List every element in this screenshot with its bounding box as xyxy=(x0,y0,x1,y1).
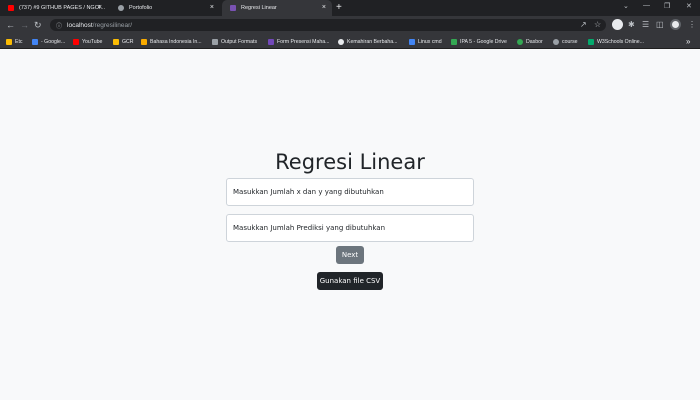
side-panel-icon[interactable]: ◫ xyxy=(656,19,664,31)
page-icon xyxy=(409,38,415,45)
prediction-count-input[interactable] xyxy=(226,214,474,242)
bookmark-kemahiran[interactable]: Kemahiran Berbaha... xyxy=(338,37,397,46)
url-host: localhost xyxy=(67,21,93,29)
bookmark-label: W3Schools Online... xyxy=(597,38,644,45)
media-control-icon[interactable]: ☰ xyxy=(642,19,649,31)
share-icon[interactable]: ↗ xyxy=(580,19,587,31)
info-icon[interactable]: ⓘ xyxy=(56,21,62,30)
bookmark-dasbor[interactable]: Dasbor xyxy=(517,37,543,46)
extensions-icon[interactable]: ✱ xyxy=(628,19,635,31)
tab-title: Portofolio xyxy=(129,5,153,11)
page-icon xyxy=(212,38,218,45)
bookmark-label: Form Presensi Maha... xyxy=(277,38,330,45)
bookmarks-overflow-icon[interactable]: » xyxy=(686,37,690,46)
bootstrap-icon xyxy=(230,5,236,11)
bookmark-ipa5-drive[interactable]: IPA 5 - Google Drive xyxy=(451,37,507,46)
bookmark-course[interactable]: course xyxy=(553,37,578,46)
address-bar[interactable]: ⓘ localhost/regresilinear/ xyxy=(50,19,606,31)
bookmark-star-icon[interactable]: ☆ xyxy=(594,19,601,31)
bookmark-youtube[interactable]: YouTube xyxy=(73,37,102,46)
bookmarks-bar: Etc - Google... YouTube GCR Bahasa Indon… xyxy=(0,34,700,49)
bookmark-gcr[interactable]: GCR xyxy=(113,37,134,46)
tab-regresi-linear[interactable]: Regresi Linear × xyxy=(222,0,332,16)
minimize-button[interactable]: — xyxy=(643,2,650,9)
bookmark-bahasa[interactable]: Bahasa Indonesia In... xyxy=(141,37,202,46)
use-csv-button[interactable]: Gunakan file CSV xyxy=(317,272,383,290)
restore-button[interactable]: ❐ xyxy=(664,2,670,10)
forms-icon xyxy=(268,38,274,45)
next-button[interactable]: Next xyxy=(336,246,364,264)
bookmark-label: Output Formats xyxy=(221,38,258,45)
bookmark-linux-cmd[interactable]: Linux cmd xyxy=(409,37,442,46)
bookmark-label: - Google... xyxy=(41,38,66,45)
bookmark-google[interactable]: - Google... xyxy=(32,37,65,46)
bookmark-label: GCR xyxy=(122,38,134,45)
w3schools-icon xyxy=(588,38,594,45)
tab-search-icon[interactable]: ⌄ xyxy=(623,2,629,10)
profile-avatar[interactable] xyxy=(670,19,681,30)
dashboard-icon xyxy=(517,38,523,45)
document-icon xyxy=(141,38,147,45)
x-y-count-input[interactable] xyxy=(226,178,474,206)
tab-title: (737) #9 GITHUB PAGES / NGOI... xyxy=(19,5,106,11)
tab-title: Regresi Linear xyxy=(241,5,277,11)
bookmark-output-formats[interactable]: Output Formats xyxy=(212,37,257,46)
youtube-icon xyxy=(73,38,79,45)
classroom-icon xyxy=(113,38,119,45)
bookmark-label: YouTube xyxy=(82,38,103,45)
tab-strip: (737) #9 GITHUB PAGES / NGOI... × Portof… xyxy=(0,0,700,16)
bookmark-w3schools[interactable]: W3Schools Online... xyxy=(588,37,644,46)
bookmark-etc[interactable]: Etc xyxy=(6,37,23,46)
bookmark-form-presensi[interactable]: Form Presensi Maha... xyxy=(268,37,329,46)
url-path: /regresilinear/ xyxy=(92,21,133,29)
reload-icon[interactable]: ↻ xyxy=(34,19,42,31)
bookmark-label: IPA 5 - Google Drive xyxy=(460,38,507,45)
globe-icon xyxy=(338,38,344,45)
new-tab-button[interactable]: + xyxy=(336,2,342,14)
bookmark-label: Kemahiran Berbaha... xyxy=(347,38,398,45)
tab-github-pages[interactable]: (737) #9 GITHUB PAGES / NGOI... × xyxy=(0,0,108,16)
bookmark-label: Bahasa Indonesia In... xyxy=(150,38,202,45)
forward-icon[interactable]: → xyxy=(20,19,29,31)
page-title: Regresi Linear xyxy=(275,150,425,174)
globe-icon xyxy=(553,38,559,45)
bookmark-label: course xyxy=(562,38,578,45)
globe-icon xyxy=(118,5,124,11)
google-account-icon[interactable] xyxy=(612,19,623,30)
tab-portofolio[interactable]: Portofolio × xyxy=(110,0,220,16)
drive-icon xyxy=(451,38,457,45)
bookmark-label: Etc xyxy=(15,38,23,45)
close-window-button[interactable]: ✕ xyxy=(686,2,692,10)
menu-icon[interactable]: ⋮ xyxy=(688,19,696,31)
youtube-icon xyxy=(8,5,14,11)
google-icon xyxy=(32,38,38,45)
close-tab-icon[interactable]: × xyxy=(98,4,102,11)
close-tab-icon[interactable]: × xyxy=(210,4,214,11)
back-icon[interactable]: ← xyxy=(6,19,15,31)
browser-toolbar: ← → ↻ ⓘ localhost/regresilinear/ ↗ ☆ ✱ ☰… xyxy=(0,16,700,34)
bookmark-label: Dasbor xyxy=(526,38,543,45)
close-tab-icon[interactable]: × xyxy=(322,4,326,11)
folder-icon xyxy=(6,38,12,45)
bookmark-label: Linux cmd xyxy=(418,38,442,45)
